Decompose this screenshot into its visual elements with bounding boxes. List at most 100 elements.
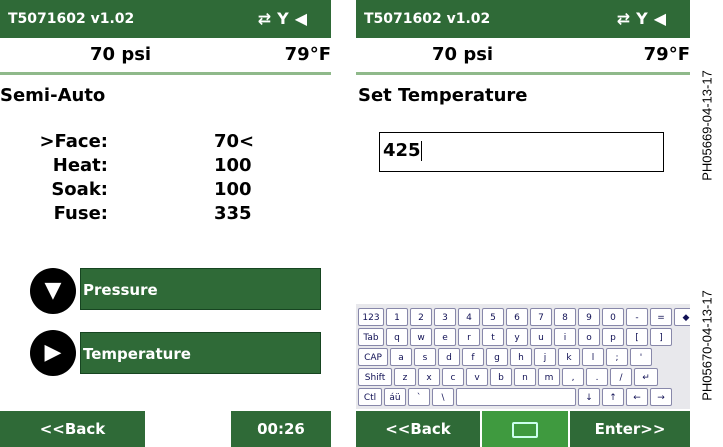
keyboard-key[interactable]: Shift xyxy=(358,368,392,386)
keyboard-key[interactable]: , xyxy=(562,368,584,386)
enter-button[interactable]: Enter>> xyxy=(570,411,690,447)
status-icons: ⇄Y◀ xyxy=(258,9,313,28)
keyboard-key[interactable]: o xyxy=(578,328,600,346)
keyboard-key[interactable]: f xyxy=(462,348,484,366)
pressure-readout: 70 psi xyxy=(432,44,494,65)
parameter-value: 335 xyxy=(214,203,252,224)
on-screen-keyboard: 123 1 2 3 4 5 6 7 8 9 0- = ◆ Tab q w e r t y u i o p[] CAP a s d f g h… xyxy=(356,304,690,409)
keyboard-key[interactable]: t xyxy=(482,328,504,346)
keyboard-key[interactable]: u xyxy=(530,328,552,346)
keyboard-key[interactable]: [ xyxy=(626,328,648,346)
temperature-readout: 79°F xyxy=(643,44,690,65)
keyboard-key[interactable]: g xyxy=(486,348,508,366)
keyboard-key[interactable]: ; xyxy=(606,348,628,366)
temperature-readout: 79°F xyxy=(284,44,331,65)
keyboard-key[interactable]: a xyxy=(390,348,412,366)
keyboard-key[interactable]: / xyxy=(610,368,632,386)
keyboard-key[interactable]: w xyxy=(410,328,432,346)
bottom-bar: <<Back Enter>> xyxy=(356,411,690,447)
parameter-label: Heat: xyxy=(52,155,108,176)
page-title: Set Temperature xyxy=(358,85,528,106)
keyboard-key[interactable]: ` xyxy=(408,388,430,406)
speaker-icon: ◀ xyxy=(294,9,313,28)
keyboard-key[interactable]: p xyxy=(602,328,624,346)
keyboard-key[interactable]: . xyxy=(586,368,608,386)
chevron-down-icon[interactable]: ▼ xyxy=(30,268,76,314)
keyboard-key[interactable]: i xyxy=(554,328,576,346)
keyboard-key[interactable]: c xyxy=(442,368,464,386)
keyboard-key[interactable]: 123 xyxy=(358,308,384,326)
keyboard-toggle-button[interactable] xyxy=(482,411,568,447)
temperature-input[interactable]: 425 xyxy=(379,132,664,172)
temperature-button-label: Temperature xyxy=(83,345,191,363)
keyboard-key[interactable]: → xyxy=(650,388,672,406)
speaker-icon: ◀ xyxy=(653,9,672,28)
keyboard-key[interactable]: 4 xyxy=(458,308,480,326)
keyboard-key[interactable]: CAP xyxy=(358,348,388,366)
back-button[interactable]: <<Back xyxy=(0,411,145,447)
pressure-button-label: Pressure xyxy=(83,281,158,299)
keyboard-key[interactable]: r xyxy=(458,328,480,346)
keyboard-key[interactable]: 8 xyxy=(554,308,576,326)
back-button[interactable]: <<Back xyxy=(356,411,480,447)
keyboard-key[interactable]: h xyxy=(510,348,532,366)
status-icons: ⇄Y◀ xyxy=(617,9,672,28)
page-title: Semi-Auto xyxy=(0,85,106,106)
keyboard-key[interactable]: 1 xyxy=(386,308,408,326)
keyboard-key[interactable]: ◆ xyxy=(674,308,690,326)
parameter-value: 70< xyxy=(214,131,255,152)
keyboard-key[interactable]: 3 xyxy=(434,308,456,326)
keyboard-key[interactable]: 0 xyxy=(602,308,624,326)
parameter-label: >Face: xyxy=(39,131,108,152)
keyboard-key[interactable]: 9 xyxy=(578,308,600,326)
keyboard-key[interactable]: Tab xyxy=(358,328,384,346)
keyboard-key[interactable]: 7 xyxy=(530,308,552,326)
keyboard-key[interactable]: e xyxy=(434,328,456,346)
keyboard-key[interactable]: z xyxy=(394,368,416,386)
text-caret xyxy=(420,141,422,161)
pressure-button[interactable]: Pressure xyxy=(80,268,321,310)
keyboard-icon xyxy=(512,421,538,438)
keyboard-key[interactable]: \ xyxy=(432,388,454,406)
keyboard-key[interactable]: m xyxy=(538,368,560,386)
temperature-button[interactable]: Temperature xyxy=(80,332,321,374)
set-temperature-screen: T5071602 v1.02 ⇄Y◀ 70 psi 79°F Set Tempe… xyxy=(356,0,690,447)
keyboard-key[interactable]: ] xyxy=(650,328,672,346)
parameter-value: 100 xyxy=(214,179,252,200)
keyboard-key[interactable]: 6 xyxy=(506,308,528,326)
bottom-bar: <<Back 00:26 xyxy=(0,411,331,447)
keyboard-key[interactable]: ' xyxy=(630,348,652,366)
keyboard-key[interactable]: = xyxy=(650,308,672,326)
keyboard-key[interactable]: Ctl xyxy=(358,388,382,406)
sync-icon: ⇄ xyxy=(616,9,637,28)
keyboard-key[interactable]: b xyxy=(490,368,512,386)
keyboard-key[interactable]: - xyxy=(626,308,648,326)
antenna-no-signal-icon: Y xyxy=(277,9,295,28)
keyboard-key[interactable]: d xyxy=(438,348,460,366)
keyboard-key[interactable]: ↓ xyxy=(578,388,600,406)
keyboard-key[interactable]: k xyxy=(558,348,580,366)
play-icon[interactable]: ▶ xyxy=(30,330,76,376)
parameter-value: 100 xyxy=(214,155,252,176)
keyboard-key[interactable]: ← xyxy=(626,388,648,406)
status-bar: 70 psi 79°F xyxy=(356,38,690,75)
parameter-label: Soak: xyxy=(51,179,108,200)
keyboard-key[interactable]: 5 xyxy=(482,308,504,326)
title-bar: T5071602 v1.02 ⇄Y◀ xyxy=(0,0,331,38)
semi-auto-screen: T5071602 v1.02 ⇄Y◀ 70 psi 79°F Semi-Auto… xyxy=(0,0,331,447)
keyboard-key[interactable]: y xyxy=(506,328,528,346)
keyboard-key[interactable]: x xyxy=(418,368,440,386)
keyboard-key[interactable]: áü xyxy=(384,388,406,406)
photo-id-label-2: PH05670-04-13-17 xyxy=(699,290,715,401)
device-title: T5071602 v1.02 xyxy=(364,11,491,27)
keyboard-key[interactable]: v xyxy=(466,368,488,386)
keyboard-key[interactable]: n xyxy=(514,368,536,386)
keyboard-key[interactable]: s xyxy=(414,348,436,366)
keyboard-key[interactable]: l xyxy=(582,348,604,366)
keyboard-key[interactable]: ↵ xyxy=(634,368,658,386)
keyboard-key[interactable]: ↑ xyxy=(602,388,624,406)
keyboard-key[interactable] xyxy=(456,388,576,406)
keyboard-key[interactable]: 2 xyxy=(410,308,432,326)
keyboard-key[interactable]: j xyxy=(534,348,556,366)
keyboard-key[interactable]: q xyxy=(386,328,408,346)
